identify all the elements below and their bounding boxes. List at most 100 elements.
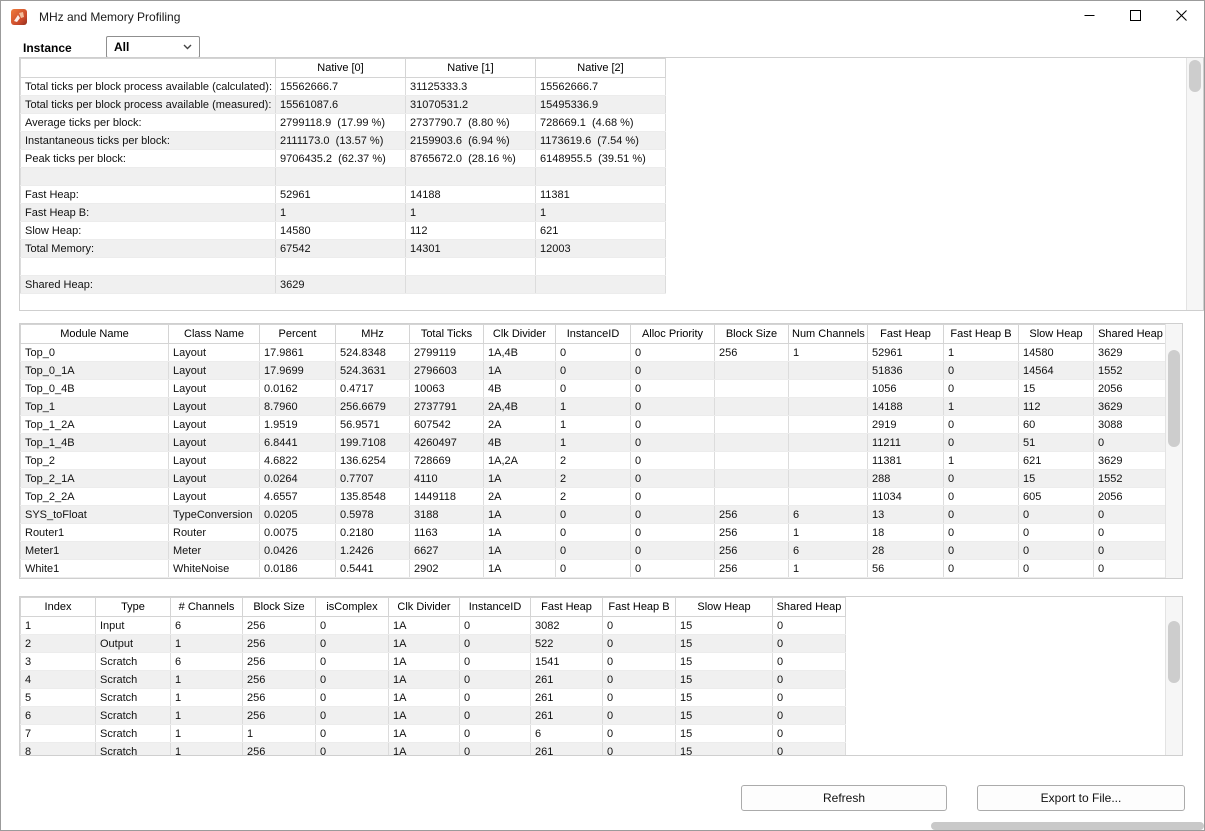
buffer-cell[interactable]: Input [96,617,171,635]
module-cell[interactable]: 60 [1019,416,1094,434]
module-cell[interactable]: 0 [631,416,715,434]
module-cell[interactable]: 524.3631 [336,362,410,380]
module-cell[interactable]: 0.0186 [260,560,336,578]
module-cell[interactable]: 3629 [1094,344,1168,362]
buffer-cell[interactable]: 0 [316,725,389,743]
buffer-cell[interactable]: 15 [676,671,773,689]
buffer-cell[interactable]: 6 [531,725,603,743]
buffer-cell[interactable]: 261 [531,743,603,757]
summary-cell[interactable]: 8765672.0 (28.16 %) [406,150,536,168]
module-cell[interactable]: 2A [484,416,556,434]
summary-cell[interactable]: 12003 [536,240,666,258]
buffer-cell[interactable]: 522 [531,635,603,653]
module-cell[interactable]: Top_0_1A [21,362,169,380]
summary-cell[interactable]: 14188 [406,186,536,204]
summary-cell[interactable]: 112 [406,222,536,240]
module-cell[interactable] [789,398,868,416]
module-cell[interactable]: 135.8548 [336,488,410,506]
module-cell[interactable]: WhiteNoise [169,560,260,578]
module-cell[interactable]: Top_1 [21,398,169,416]
module-cell[interactable]: 0 [944,434,1019,452]
buffer-scrollbar-thumb[interactable] [1168,621,1180,683]
buffer-cell[interactable]: 256 [243,743,316,757]
module-cell[interactable]: 0 [556,524,631,542]
buffer-cell[interactable]: 15 [676,635,773,653]
module-cell[interactable]: 1163 [410,524,484,542]
buffer-cell[interactable]: 6 [171,653,243,671]
module-cell[interactable]: 0 [944,380,1019,398]
maximize-button[interactable] [1112,1,1158,33]
buffer-cell[interactable]: 0 [603,725,676,743]
summary-cell[interactable]: 11381 [536,186,666,204]
buffer-cell[interactable]: 1A [389,743,460,757]
module-cell[interactable]: 0 [631,362,715,380]
module-cell[interactable]: 0 [944,488,1019,506]
module-cell[interactable]: 3188 [410,506,484,524]
module-cell[interactable]: 0 [1094,542,1168,560]
module-cell[interactable] [715,416,789,434]
module-cell[interactable]: 0 [944,416,1019,434]
buffer-cell[interactable]: 256 [243,617,316,635]
summary-cell[interactable]: Slow Heap: [21,222,276,240]
module-cell[interactable] [715,434,789,452]
module-cell[interactable]: Top_0_4B [21,380,169,398]
buffer-cell[interactable]: 15 [676,617,773,635]
buffer-vertical-scrollbar[interactable] [1165,597,1182,755]
buffer-cell[interactable]: 0 [773,707,846,725]
summary-cell[interactable]: 15562666.7 [276,78,406,96]
module-vertical-scrollbar[interactable] [1165,324,1182,578]
buffer-cell[interactable]: 0 [603,653,676,671]
module-cell[interactable]: 1552 [1094,362,1168,380]
summary-cell[interactable]: 52961 [276,186,406,204]
module-cell[interactable]: 1 [556,434,631,452]
module-cell[interactable]: 0 [556,542,631,560]
module-cell[interactable]: 607542 [410,416,484,434]
module-cell[interactable]: Layout [169,398,260,416]
summary-cell[interactable]: 15562666.7 [536,78,666,96]
summary-cell[interactable] [406,276,536,294]
summary-cell[interactable]: Total ticks per block process available … [21,78,276,96]
buffer-cell[interactable]: 0 [460,689,531,707]
buffer-cell[interactable]: 0 [460,635,531,653]
module-cell[interactable]: 2796603 [410,362,484,380]
close-button[interactable] [1158,1,1204,33]
module-cell[interactable] [789,488,868,506]
module-cell[interactable]: 0 [631,470,715,488]
summary-vertical-scrollbar[interactable] [1186,58,1203,310]
module-cell[interactable]: 0 [631,434,715,452]
buffer-cell[interactable]: 1 [21,617,96,635]
buffer-cell[interactable]: 3082 [531,617,603,635]
buffer-cell[interactable]: 1 [243,725,316,743]
buffer-cell[interactable]: 0 [316,617,389,635]
summary-cell[interactable]: 9706435.2 (62.37 %) [276,150,406,168]
summary-cell[interactable]: 3629 [276,276,406,294]
summary-cell[interactable]: 14580 [276,222,406,240]
buffer-cell[interactable]: 1 [171,725,243,743]
buffer-cell[interactable]: 8 [21,743,96,757]
module-cell[interactable]: 18 [868,524,944,542]
module-cell[interactable]: 17.9861 [260,344,336,362]
buffer-cell[interactable]: 0 [603,617,676,635]
buffer-cell[interactable]: 1A [389,671,460,689]
buffer-cell[interactable]: 0 [773,635,846,653]
module-cell[interactable]: 1 [944,452,1019,470]
summary-cell[interactable]: Total Memory: [21,240,276,258]
buffer-cell[interactable]: 1 [171,707,243,725]
summary-cell[interactable]: 15561087.6 [276,96,406,114]
module-cell[interactable]: 14580 [1019,344,1094,362]
module-cell[interactable]: 15 [1019,470,1094,488]
module-cell[interactable]: Top_2_1A [21,470,169,488]
summary-cell[interactable] [21,258,276,276]
module-cell[interactable]: 605 [1019,488,1094,506]
buffer-cell[interactable]: 0 [316,743,389,757]
module-cell[interactable]: 0 [944,362,1019,380]
buffer-cell[interactable]: 1A [389,653,460,671]
module-cell[interactable]: Layout [169,362,260,380]
instance-dropdown[interactable]: All [106,36,200,58]
buffer-cell[interactable]: 0 [316,671,389,689]
summary-cell[interactable]: 31125333.3 [406,78,536,96]
summary-cell[interactable]: 2159903.6 (6.94 %) [406,132,536,150]
buffer-cell[interactable]: 1 [171,635,243,653]
module-cell[interactable] [715,470,789,488]
summary-cell[interactable]: Fast Heap B: [21,204,276,222]
